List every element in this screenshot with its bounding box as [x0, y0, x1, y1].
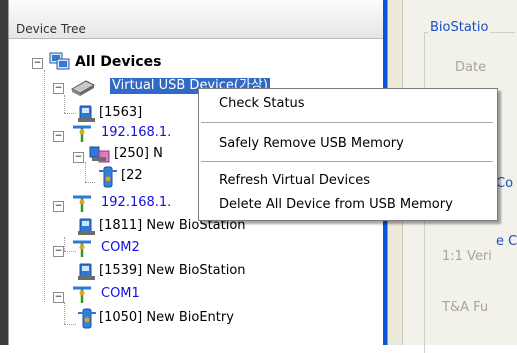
- all-devices-icon: [49, 52, 71, 76]
- tree-node-label: All Devices: [75, 54, 162, 70]
- tree-connector-line: [64, 113, 76, 114]
- tree-connector-line: [85, 182, 95, 183]
- tree-node-label: [22: [121, 168, 143, 183]
- tree-connector-line: [64, 302, 65, 324]
- device-tree-title: Device Tree: [16, 22, 86, 36]
- refresh-virtual-devices-menu-item[interactable]: Refresh Virtual Devices: [219, 173, 370, 188]
- ta-function-label: T&A Fu: [442, 300, 489, 315]
- serial-port-icon: [71, 283, 93, 309]
- tree-node-label: [1563]: [99, 105, 143, 120]
- check-status-menu-item[interactable]: Check Status: [219, 96, 305, 111]
- tree-connector-line: [64, 95, 65, 113]
- network-icon: [71, 192, 93, 218]
- tree-node-label: 192.168.1.: [101, 195, 172, 210]
- tree-node-label: [1050] New BioEntry: [99, 310, 234, 325]
- menu-separator: [201, 161, 493, 162]
- tree-node-label: 192.168.1.: [101, 125, 172, 140]
- date-label: Date: [455, 60, 487, 75]
- tree-node-label: [250] N: [114, 146, 163, 161]
- tree-expander[interactable]: −: [53, 292, 64, 303]
- tree-node-label: COM1: [101, 286, 140, 301]
- tree-connector-line: [64, 324, 76, 325]
- menu-separator: [201, 122, 493, 123]
- context-menu: Check Status Safely Remove USB Memory Re…: [198, 88, 498, 221]
- verify-label: 1:1 Veri: [442, 249, 492, 264]
- tree-expander[interactable]: −: [53, 246, 64, 257]
- bioentry-icon: [77, 308, 97, 334]
- window-left-edge: [0, 0, 8, 345]
- tree-expander[interactable]: −: [32, 58, 43, 69]
- safely-remove-usb-menu-item[interactable]: Safely Remove USB Memory: [219, 136, 404, 151]
- serial-port-icon: [71, 237, 93, 263]
- detail-fragment-co: Co: [496, 176, 514, 191]
- tree-node-label: COM2: [101, 240, 140, 255]
- tree-expander[interactable]: −: [53, 83, 64, 94]
- tree-expander[interactable]: −: [73, 152, 84, 163]
- tree-connector-line: [44, 70, 45, 302]
- device-tree-header: Device Tree: [9, 0, 383, 39]
- bioentry-icon: [97, 166, 119, 194]
- usb-device-icon: [70, 77, 96, 101]
- delete-all-devices-menu-item[interactable]: Delete All Device from USB Memory: [219, 197, 453, 212]
- tree-expander[interactable]: −: [53, 201, 64, 212]
- detail-fragment-ec: e C: [496, 234, 517, 249]
- tree-node-label: [1539] New BioStation: [99, 263, 246, 278]
- tree-expander[interactable]: −: [53, 131, 64, 142]
- device-detail-title: BioStatio: [428, 20, 491, 35]
- tree-connector-line: [64, 237, 65, 251]
- tree-connector-line: [85, 162, 86, 182]
